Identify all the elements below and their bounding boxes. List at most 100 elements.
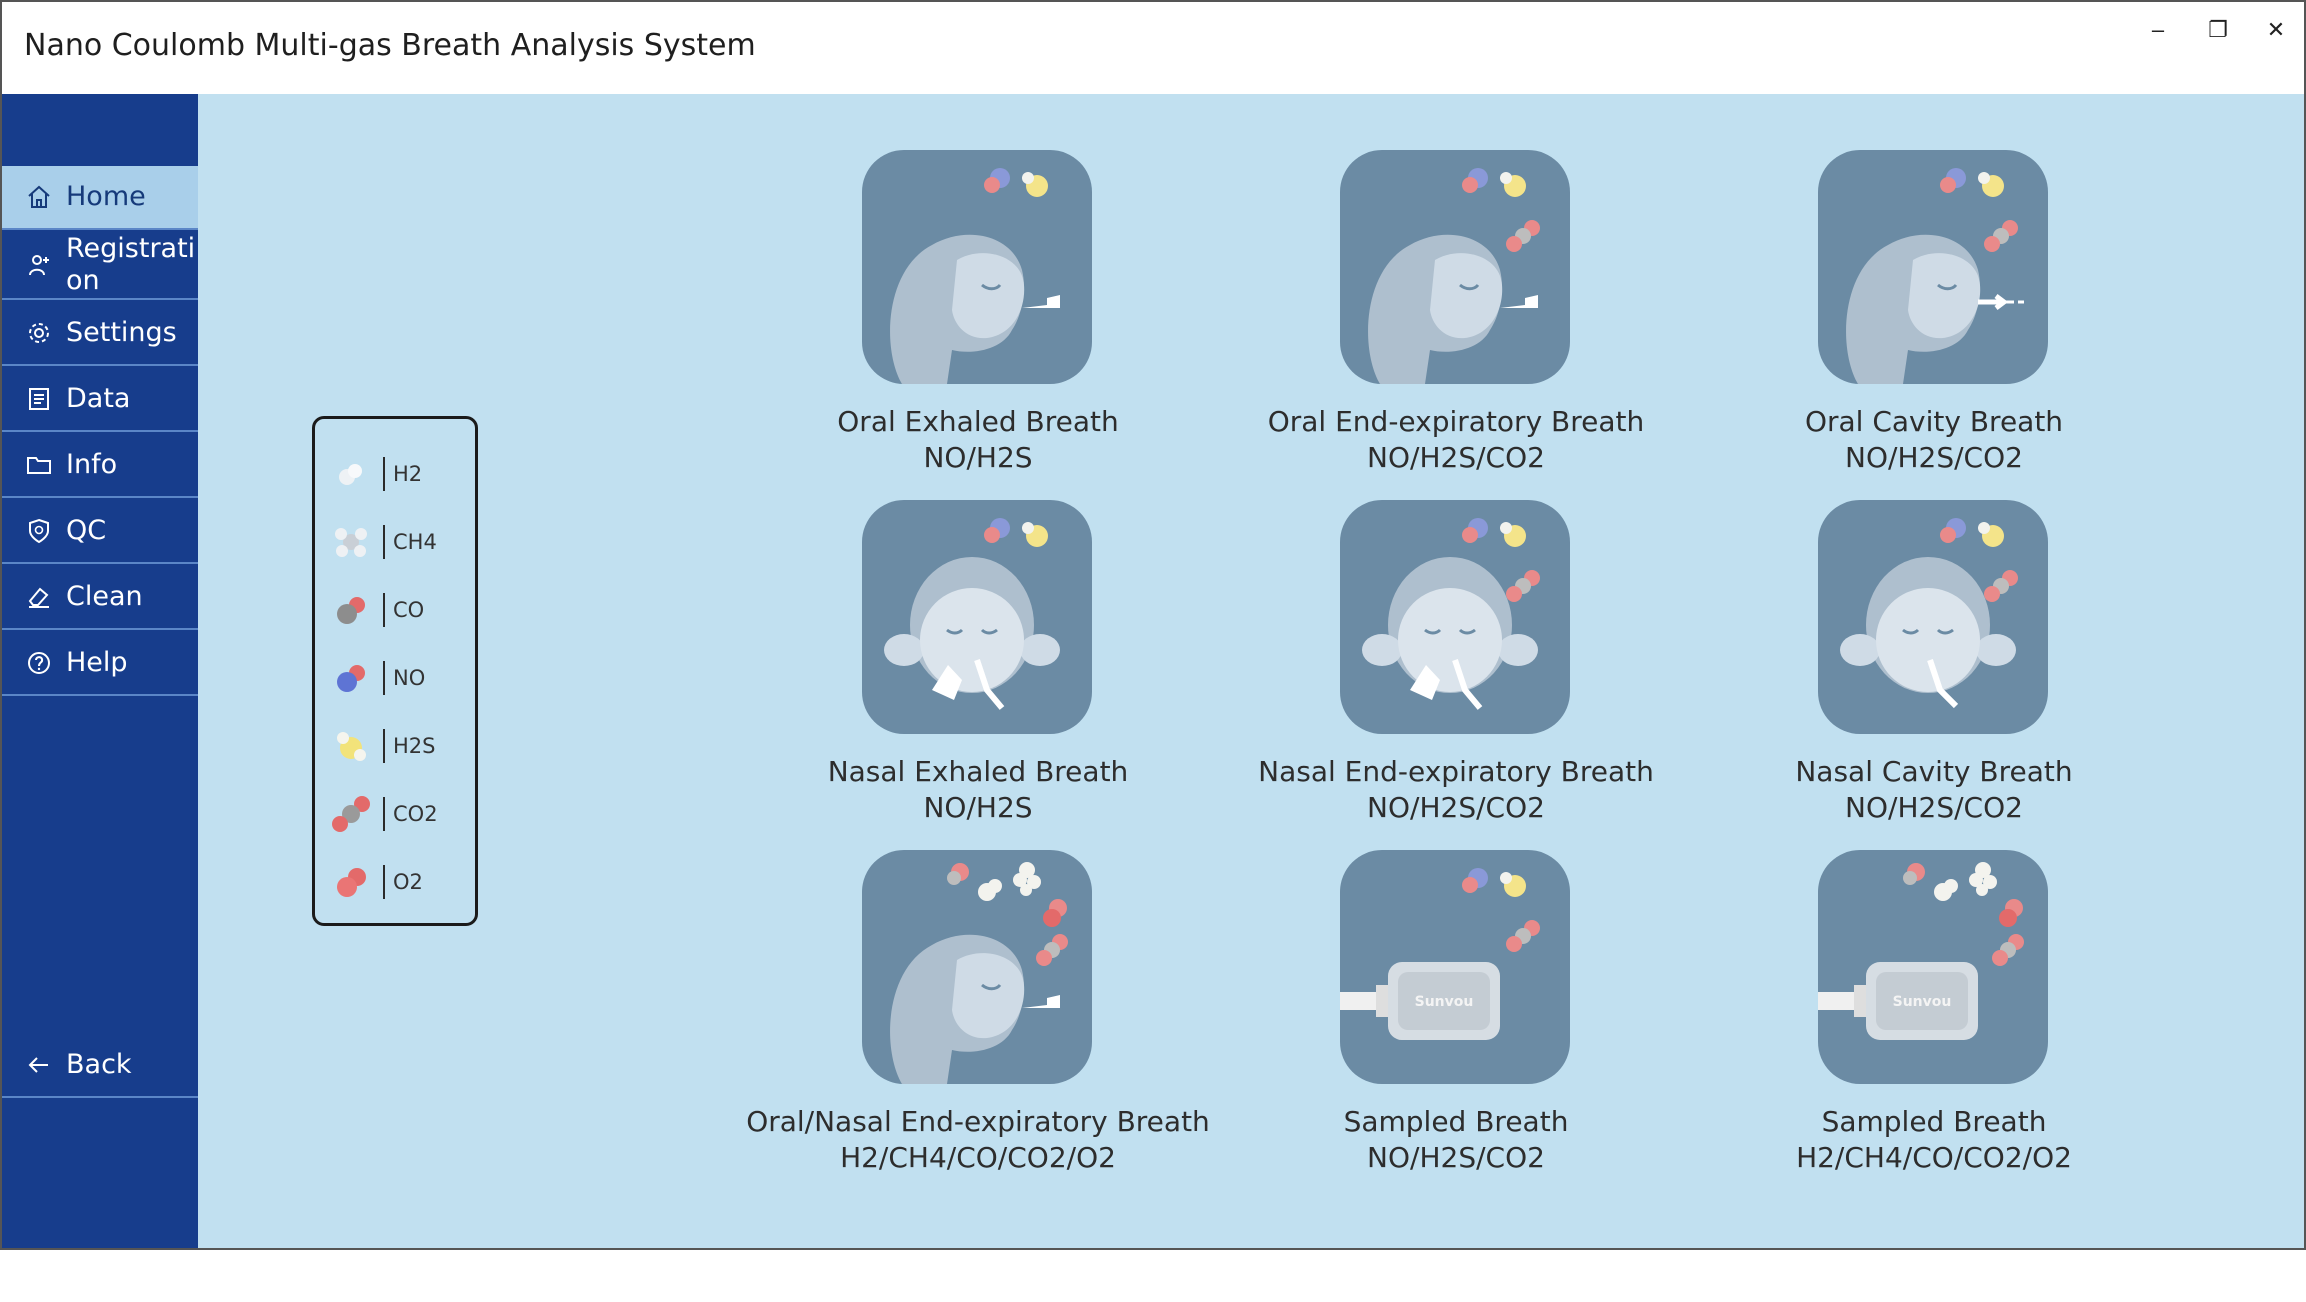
test-gases: H2/CH4/CO/CO2/O2	[1796, 1141, 2072, 1174]
sidebar-item-label: Registration	[66, 233, 196, 296]
test-tile[interactable]	[1818, 500, 2048, 734]
test-label: Oral Cavity Breath NO/H2S/CO2	[1684, 404, 2184, 476]
ch4-molecule-icon	[335, 528, 367, 557]
gas-legend: H2 CH4 CO NO H2S CO2 O2	[312, 416, 478, 926]
test-card-sampled-no-h2s-co2[interactable]: Sunvou Sampled Breath NO/H2S/CO2	[1246, 850, 1666, 1190]
sidebar-item-registration[interactable]: Registration	[2, 232, 198, 300]
sidebar-item-label: Help	[66, 647, 128, 678]
question-icon	[26, 650, 52, 676]
test-card-oral-exhaled[interactable]: Oral Exhaled Breath NO/H2S	[768, 150, 1188, 490]
oral-nasal-illustration-icon	[890, 862, 1068, 1084]
legend-item-co: CO	[329, 585, 469, 635]
test-gases: NO/H2S/CO2	[1367, 441, 1545, 474]
test-name: Sampled Breath	[1343, 1105, 1569, 1138]
home-icon	[26, 184, 52, 210]
test-gases: NO/H2S/CO2	[1845, 441, 2023, 474]
test-card-nasal-exhaled[interactable]: Nasal Exhaled Breath NO/H2S	[768, 500, 1188, 840]
nasal-breath-illustration-icon	[1362, 518, 1540, 710]
eraser-icon	[26, 584, 52, 610]
no-molecule-icon	[337, 665, 365, 692]
test-card-oral-cavity[interactable]: Oral Cavity Breath NO/H2S/CO2	[1724, 150, 2144, 490]
legend-item-co2: CO2	[329, 789, 469, 839]
test-tile[interactable]: Sunvou	[1340, 850, 1570, 1084]
legend-gas-label: H2	[393, 462, 423, 486]
legend-item-o2: O2	[329, 857, 469, 907]
maximize-button[interactable]: ❐	[2190, 10, 2246, 50]
oral-cavity-illustration-icon	[1846, 168, 2024, 384]
test-name: Nasal End-expiratory Breath	[1258, 755, 1654, 788]
test-gases: NO/H2S/CO2	[1845, 791, 2023, 824]
brand-logo: Sunvou	[32, 1258, 186, 1302]
shield-qc-icon	[26, 518, 52, 544]
sample-bag-illustration-icon: Sunvou	[1818, 862, 2024, 1040]
test-name: Sampled Breath	[1821, 1105, 2047, 1138]
test-tile[interactable]	[1340, 500, 1570, 734]
minimize-button[interactable]: –	[2130, 10, 2186, 50]
add-user-icon	[26, 252, 52, 278]
test-gases: H2/CH4/CO/CO2/O2	[840, 1141, 1116, 1174]
legend-gas-label: NO	[393, 666, 426, 690]
test-card-nasal-end-expiratory[interactable]: Nasal End-expiratory Breath NO/H2S/CO2	[1246, 500, 1666, 840]
test-card-oral-nasal-end-expiratory[interactable]: Oral/Nasal End-expiratory Breath H2/CH4/…	[746, 850, 1210, 1190]
test-name: Nasal Cavity Breath	[1795, 755, 2073, 788]
test-gases: NO/H2S/CO2	[1367, 1141, 1545, 1174]
sidebar-item-label: Home	[66, 181, 146, 212]
test-name: Oral Cavity Breath	[1804, 405, 2064, 438]
test-tile[interactable]	[862, 850, 1092, 1084]
test-label: Sampled Breath NO/H2S/CO2	[1206, 1104, 1706, 1176]
legend-item-ch4: CH4	[329, 517, 469, 567]
sidebar-item-label: QC	[66, 515, 107, 546]
sidebar-item-home[interactable]: Home	[2, 166, 198, 230]
arrow-left-icon	[26, 1052, 52, 1078]
sidebar-item-clean[interactable]: Clean	[2, 566, 198, 630]
test-label: Oral/Nasal End-expiratory Breath H2/CH4/…	[728, 1104, 1228, 1176]
nasal-breath-illustration-icon	[884, 518, 1060, 710]
test-label: Nasal Exhaled Breath NO/H2S	[728, 754, 1228, 826]
co-molecule-icon	[337, 597, 365, 624]
sidebar-item-label: Clean	[66, 581, 143, 612]
legend-item-h2s: H2S	[329, 721, 469, 771]
gear-icon	[26, 320, 52, 346]
legend-gas-label: H2S	[393, 734, 436, 758]
test-label: Sampled Breath H2/CH4/CO/CO2/O2	[1684, 1104, 2184, 1176]
bag-logo-text: Sunvou	[1415, 994, 1474, 1010]
test-label: Nasal Cavity Breath NO/H2S/CO2	[1684, 754, 2184, 826]
test-tile[interactable]	[862, 500, 1092, 734]
legend-item-no: NO	[329, 653, 469, 703]
sidebar-item-qc[interactable]: QC	[2, 500, 198, 564]
oral-breath-illustration-icon	[1368, 168, 1540, 384]
sidebar-item-help[interactable]: Help	[2, 632, 198, 696]
h2-molecule-icon	[339, 464, 362, 485]
test-name: Oral End-expiratory Breath	[1267, 405, 1645, 438]
co2-molecule-icon	[332, 796, 370, 832]
test-tile[interactable]	[1340, 150, 1570, 384]
o2-molecule-icon	[337, 868, 366, 897]
sidebar-item-data[interactable]: Data	[2, 368, 198, 432]
sidebar-item-label: Data	[66, 383, 131, 414]
test-tile[interactable]	[1818, 150, 2048, 384]
test-card-oral-end-expiratory[interactable]: Oral End-expiratory Breath NO/H2S/CO2	[1246, 150, 1666, 490]
test-card-sampled-multi-gas[interactable]: Sunvou Sampled Breath H2/CH4/CO/CO2/O2	[1724, 850, 2144, 1190]
sample-bag-illustration-icon: Sunvou	[1340, 868, 1540, 1040]
legend-gas-label: CO	[393, 598, 425, 622]
document-icon	[26, 386, 52, 412]
main-content: H2 CH4 CO NO H2S CO2 O2 Oral Exhaled Bre…	[198, 94, 2304, 1248]
test-tile[interactable]: Sunvou	[1818, 850, 2048, 1084]
sidebar-item-settings[interactable]: Settings	[2, 302, 198, 366]
window-title: Nano Coulomb Multi-gas Breath Analysis S…	[24, 28, 756, 63]
sidebar-item-info[interactable]: Info	[2, 434, 198, 498]
test-name: Oral Exhaled Breath	[837, 405, 1119, 438]
test-label: Oral End-expiratory Breath NO/H2S/CO2	[1206, 404, 1706, 476]
back-label: Back	[66, 1049, 132, 1080]
test-gases: NO/H2S	[923, 441, 1033, 474]
back-button[interactable]: Back	[2, 1034, 198, 1098]
test-card-nasal-cavity[interactable]: Nasal Cavity Breath NO/H2S/CO2	[1724, 500, 2144, 840]
test-gases: NO/H2S	[923, 791, 1033, 824]
title-bar: Nano Coulomb Multi-gas Breath Analysis S…	[2, 2, 2304, 94]
test-tile[interactable]	[862, 150, 1092, 384]
h2s-molecule-icon	[337, 732, 366, 761]
close-button[interactable]: ✕	[2248, 10, 2304, 50]
sidebar-item-label: Info	[66, 449, 118, 480]
nasal-cavity-illustration-icon	[1840, 518, 2018, 709]
legend-gas-label: CO2	[393, 802, 438, 826]
